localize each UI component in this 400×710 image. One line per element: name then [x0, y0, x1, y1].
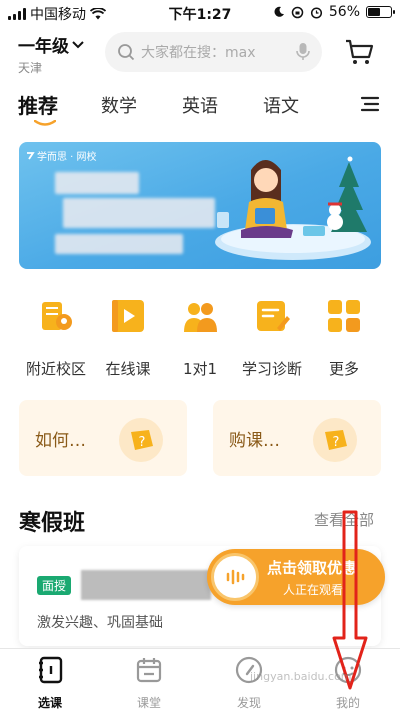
view-all-link[interactable]: 查看全部 — [314, 509, 374, 530]
sound-wave-icon — [226, 569, 245, 585]
question-badge: ? — [313, 418, 357, 462]
svg-text:?: ? — [333, 435, 340, 450]
tab-recommend[interactable]: 推荐 — [18, 90, 58, 119]
blurred-text — [63, 198, 215, 228]
live-indicator — [211, 553, 259, 601]
status-bar: 中国移动 下午1:27 56% — [0, 0, 400, 26]
quick-link-one-on-one[interactable]: 1对1 — [160, 296, 240, 379]
search-bar[interactable]: 大家都在搜：max — [105, 32, 322, 72]
nav-discover[interactable]: 发现 — [219, 655, 279, 710]
rotation-lock-icon — [291, 6, 304, 18]
blurred-text — [81, 570, 211, 600]
help-card-how[interactable]: 如何… ? — [19, 400, 187, 476]
clipboard-pen-icon — [257, 301, 290, 331]
question-badge: ? — [119, 418, 163, 462]
brand-logo-icon — [27, 151, 35, 159]
promo-banner[interactable]: 学而思 · 网校 — [19, 142, 381, 269]
quick-link-diagnosis[interactable]: 学习诊断 — [232, 296, 312, 379]
tab-english[interactable]: 英语 — [182, 92, 218, 118]
bottom-nav: 选课 课堂 发现 我的 — [0, 648, 400, 710]
nav-classroom[interactable]: 课堂 — [119, 655, 179, 710]
quick-link-more[interactable]: 更多 — [304, 296, 384, 379]
nav-mine[interactable]: 我的 — [318, 655, 378, 710]
menu-icon[interactable] — [360, 96, 380, 112]
svg-text:?: ? — [139, 435, 146, 450]
help-card-purchase[interactable]: 购课… ? — [213, 400, 381, 476]
tab-fade — [320, 90, 350, 124]
city-label: 天津 — [18, 61, 43, 75]
section-title: 寒假班 — [19, 511, 86, 536]
search-placeholder: 大家都在搜：max — [141, 45, 256, 61]
promo-floating-button[interactable]: 点击领取优惠 人正在观看 — [207, 549, 385, 605]
campus-icon — [42, 302, 72, 330]
cart-icon[interactable] — [344, 38, 374, 66]
blurred-text — [55, 172, 139, 194]
nav-select-course[interactable]: 选课 — [20, 655, 80, 710]
quick-links: 附近校区 在线课 1对1 学习诊断 更多 — [0, 296, 400, 380]
blurred-text — [55, 234, 183, 254]
banner-illustration — [215, 156, 371, 260]
course-description: 激发兴趣、巩固基础 — [37, 615, 163, 631]
banner-brand: 学而思 · 网校 — [25, 148, 97, 163]
grade-selector[interactable]: 一年级 天津 — [18, 32, 84, 76]
course-type-badge: 面授 — [37, 576, 72, 595]
calendar-icon — [136, 658, 162, 683]
smiley-icon — [334, 656, 362, 684]
quick-link-online-course[interactable]: 在线课 — [88, 296, 168, 379]
battery-percent: 56% — [328, 4, 360, 20]
promo-title: 点击领取优惠 — [267, 559, 358, 577]
battery-icon — [366, 6, 395, 18]
question-icon: ? — [131, 430, 153, 450]
tab-active-indicator — [34, 120, 56, 126]
promo-viewers: 人正在观看 — [283, 583, 344, 597]
grade-label: 一年级 — [18, 37, 69, 57]
moon-icon — [274, 6, 284, 17]
tab-math[interactable]: 数学 — [101, 92, 137, 118]
alarm-icon — [310, 6, 322, 19]
play-icon — [112, 300, 144, 332]
tab-chinese[interactable]: 语文 — [263, 92, 299, 118]
question-icon: ? — [325, 430, 347, 450]
people-icon — [184, 303, 217, 332]
book-icon — [39, 656, 63, 684]
microphone-icon[interactable] — [296, 42, 310, 62]
category-tabs: 推荐 数学 英语 语文 — [0, 90, 400, 130]
search-icon — [118, 44, 135, 61]
compass-icon — [235, 656, 263, 684]
quick-link-nearby-campus[interactable]: 附近校区 — [16, 296, 96, 379]
header: 一年级 天津 大家都在搜：max — [0, 30, 400, 78]
grid-icon — [328, 300, 360, 332]
chevron-down-icon — [72, 40, 84, 48]
